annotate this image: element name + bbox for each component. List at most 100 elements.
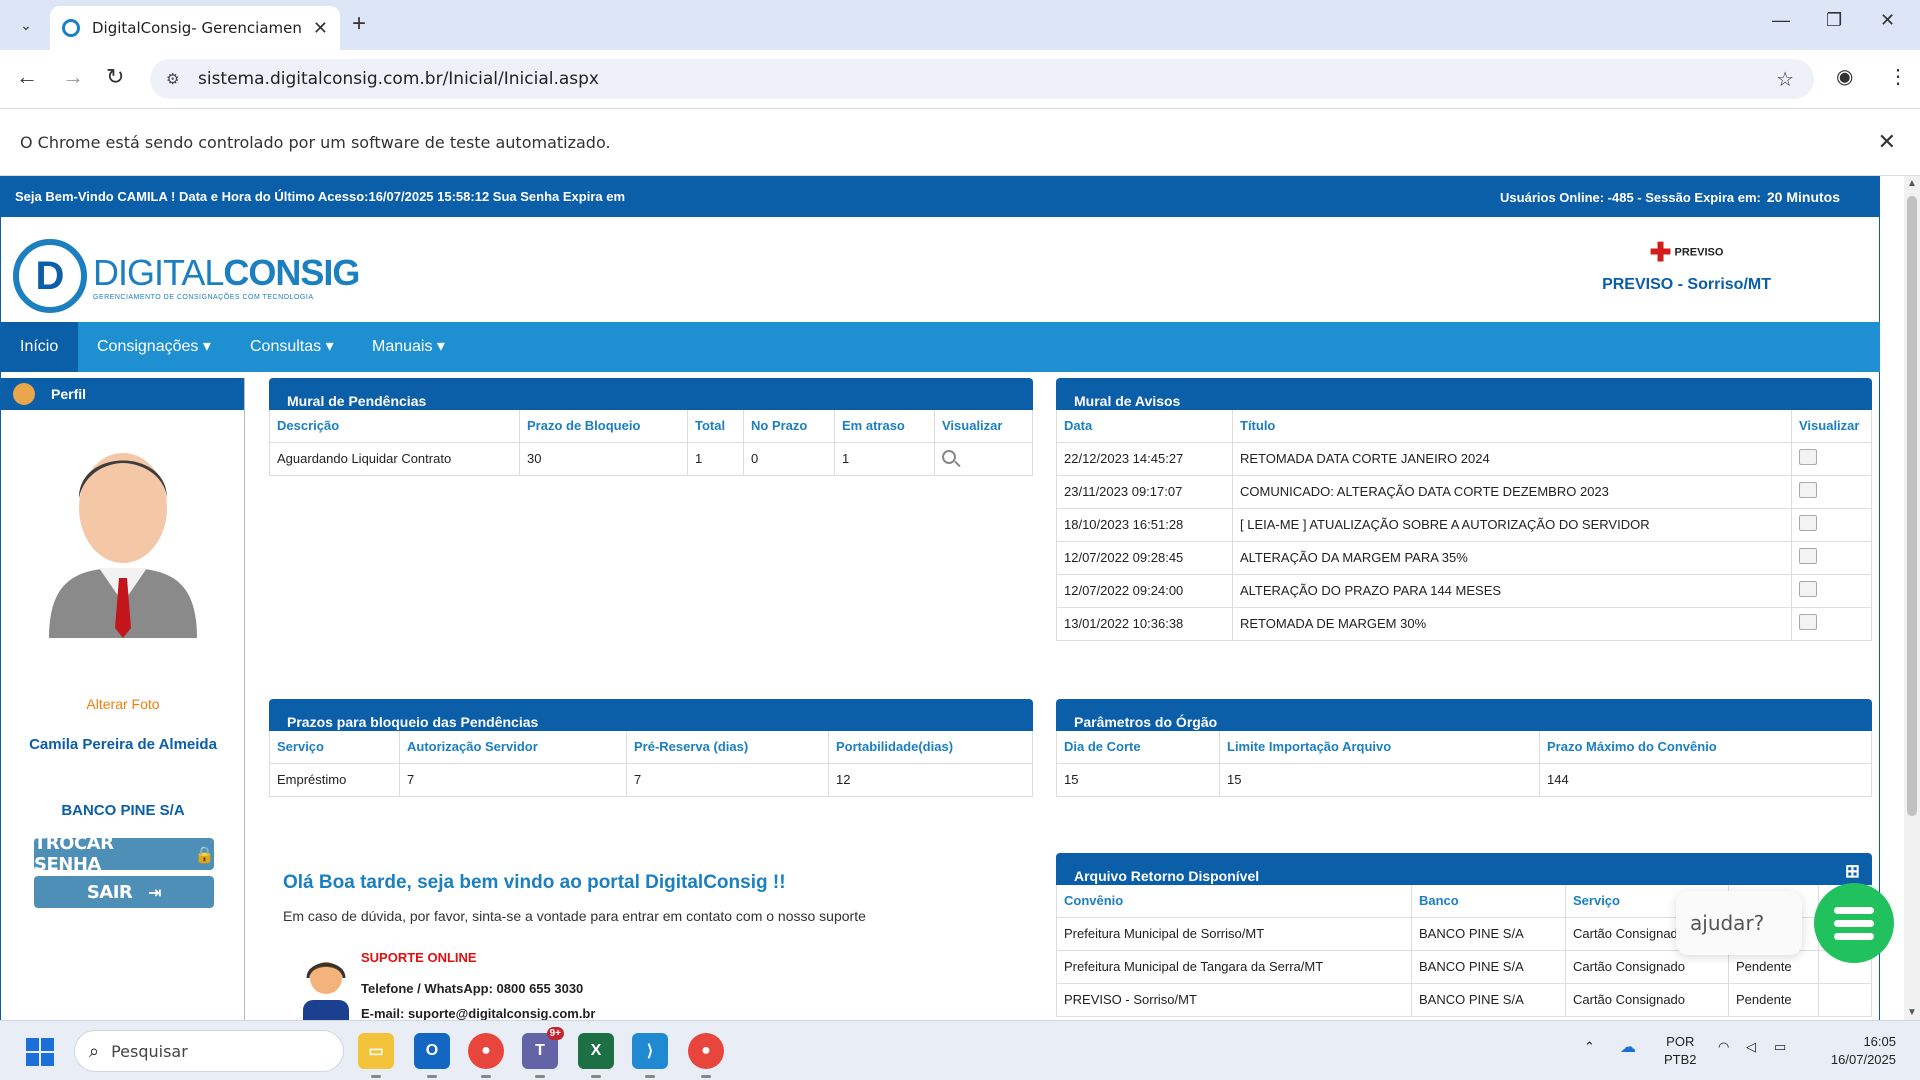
cell: Pendente: [1728, 982, 1819, 1017]
profile-icon[interactable]: ◉: [1836, 64, 1853, 89]
document-icon[interactable]: [1799, 581, 1817, 597]
table-row: Aguardando Liquidar Contrato 30 1 0 1: [269, 441, 1033, 476]
support-title: SUPORTE ONLINE: [361, 950, 477, 965]
logo-text-main: DIGITAL: [93, 251, 224, 293]
pendencias-panel: Mural de Pendências Descrição Prazo de B…: [269, 378, 1033, 476]
cell: 18/10/2023 16:51:28: [1056, 507, 1233, 542]
cell: 7: [399, 762, 627, 797]
help-bubble[interactable]: ajudar?: [1676, 891, 1802, 955]
teams-badge: 9+: [546, 1027, 564, 1040]
language-indicator[interactable]: POR PTB2: [1664, 1033, 1697, 1069]
table-row: 12/07/2022 09:24:00 ALTERAÇÃO DO PRAZO PA…: [1056, 573, 1872, 608]
session-info: Usuários Online: -485 - Sessão Expira em…: [1500, 189, 1840, 205]
tab-close-icon[interactable]: ✕: [313, 18, 328, 39]
new-tab-button[interactable]: +: [352, 10, 366, 38]
cell: Empréstimo: [269, 762, 400, 797]
wifi-icon[interactable]: ◠: [1718, 1039, 1729, 1055]
close-window-button[interactable]: ✕: [1880, 10, 1895, 31]
cell: 12: [828, 762, 1033, 797]
magnifier-icon[interactable]: [942, 450, 956, 464]
address-bar[interactable]: ⚙ sistema.digitalconsig.com.br/Inicial/I…: [150, 59, 1814, 99]
grid-icon[interactable]: ⊞: [1845, 861, 1860, 882]
infobar-message: O Chrome está sendo controlado por um so…: [20, 133, 611, 152]
digitalconsig-logo[interactable]: D DIGITALCONSIG GERENCIAMENTO DE CONSIGN…: [13, 239, 360, 313]
outlook-icon[interactable]: O: [414, 1033, 450, 1078]
scroll-down-icon[interactable]: ▼: [1907, 1007, 1917, 1018]
col-header: Convênio: [1056, 885, 1412, 918]
table-row: 12/07/2022 09:28:45 ALTERAÇÃO DA MARGEM P…: [1056, 540, 1872, 575]
maximize-button[interactable]: ❐: [1826, 10, 1842, 31]
col-header: Total: [687, 410, 744, 443]
clock-time: 16:05: [1863, 1034, 1896, 1049]
document-icon[interactable]: [1799, 482, 1817, 498]
chrome-menu-icon[interactable]: ⋮: [1888, 64, 1908, 89]
tray-overflow-icon[interactable]: ⌃: [1584, 1039, 1595, 1055]
chat-help-button[interactable]: [1814, 883, 1894, 963]
document-icon[interactable]: [1799, 515, 1817, 531]
cell: 30: [519, 441, 688, 476]
support-agent-icon: [303, 962, 349, 1020]
main-content: Perfil Alterar Foto Camila Pereira de Al…: [0, 372, 1880, 1020]
taskbar-search[interactable]: ⌕ Pesquisar: [74, 1030, 344, 1072]
col-header: Serviço: [269, 731, 400, 764]
change-password-button[interactable]: TROCAR SENHA 🔒: [34, 833, 215, 875]
exit-icon: ⇥: [148, 882, 162, 902]
support-phone: Telefone / WhatsApp: 0800 655 3030: [361, 981, 584, 996]
file-explorer-icon[interactable]: ▭: [358, 1033, 394, 1078]
cell: 22/12/2023 14:45:27: [1056, 441, 1233, 476]
menu-consignacoes[interactable]: Consignações ▾: [77, 322, 231, 372]
document-icon[interactable]: [1799, 548, 1817, 564]
chrome-icon[interactable]: ●: [468, 1033, 504, 1078]
alter-photo-link[interactable]: Alterar Foto: [1, 696, 245, 712]
keyboard-layout: PTB2: [1664, 1052, 1697, 1067]
cell: Aguardando Liquidar Contrato: [269, 441, 520, 476]
table-row: 18/10/2023 16:51:28[ LEIA-ME ] ATUALIZAÇ…: [1056, 507, 1872, 542]
cell: BANCO PINE S/A: [1411, 982, 1566, 1017]
logout-button[interactable]: SAIR ⇥: [34, 876, 214, 908]
reload-icon[interactable]: ↻: [106, 64, 124, 90]
infobar-close-icon[interactable]: ✕: [1878, 129, 1896, 155]
logo-text-bold: CONSIG: [223, 251, 360, 293]
cell: 144: [1539, 762, 1872, 797]
cell: 15: [1219, 762, 1540, 797]
back-icon[interactable]: ←: [16, 64, 38, 90]
cell: Prefeitura Municipal de Tangara da Serra…: [1056, 949, 1412, 984]
volume-icon[interactable]: ◁: [1746, 1039, 1756, 1055]
cell: RETOMADA DATA CORTE JANEIRO 2024: [1232, 441, 1792, 476]
cell: 12/07/2022 09:28:45: [1056, 540, 1233, 575]
language-code: POR: [1666, 1034, 1695, 1049]
col-header: Data: [1056, 410, 1233, 443]
onedrive-icon[interactable]: ☁: [1620, 1037, 1636, 1057]
bookmark-star-icon[interactable]: ☆: [1776, 67, 1794, 91]
col-header: Portabilidade(dias): [828, 731, 1033, 764]
tab-search-button[interactable]: ⌄: [10, 10, 42, 40]
vscode-icon[interactable]: ⟩: [632, 1033, 668, 1078]
battery-icon[interactable]: ▭: [1774, 1039, 1786, 1055]
browser-tab[interactable]: DigitalConsig- Gerenciamento de Consigna…: [50, 6, 340, 50]
minimize-button[interactable]: —: [1772, 10, 1790, 31]
teams-icon[interactable]: T 9+: [522, 1027, 564, 1078]
chrome-active-icon[interactable]: ●: [688, 1033, 724, 1078]
page-scrollbar[interactable]: ▲ ▼: [1904, 176, 1920, 1020]
col-header: Banco: [1411, 885, 1566, 918]
menu-inicio[interactable]: Início: [0, 322, 79, 372]
windows-start-icon[interactable]: [26, 1038, 54, 1066]
menu-consultas[interactable]: Consultas ▾: [230, 322, 354, 372]
col-header: Visualizar: [1791, 410, 1872, 443]
menu-manuais[interactable]: Manuais ▾: [352, 322, 465, 372]
document-icon[interactable]: [1799, 614, 1817, 630]
cell: ALTERAÇÃO DO PRAZO PARA 144 MESES: [1232, 573, 1792, 608]
forward-icon[interactable]: →: [62, 64, 84, 90]
scroll-up-icon[interactable]: ▲: [1907, 178, 1917, 189]
browser-tab-strip: ⌄ DigitalConsig- Gerenciamento de Consig…: [0, 0, 1920, 50]
system-clock[interactable]: 16:05 16/07/2025: [1831, 1033, 1896, 1069]
welcome-bar: Seja Bem-Vindo CAMILA ! Data e Hora do Ú…: [0, 176, 1880, 217]
scroll-thumb[interactable]: [1907, 196, 1917, 816]
excel-icon[interactable]: X: [578, 1033, 614, 1078]
cell: BANCO PINE S/A: [1411, 916, 1566, 951]
support-email[interactable]: E-mail: suporte@digitalconsig.com.br: [361, 1006, 595, 1020]
document-icon[interactable]: [1799, 449, 1817, 465]
welcome-section: Olá Boa tarde, seja bem vindo ao portal …: [283, 872, 1023, 924]
view-cell: [1791, 573, 1872, 608]
site-info-icon[interactable]: ⚙: [166, 70, 179, 88]
